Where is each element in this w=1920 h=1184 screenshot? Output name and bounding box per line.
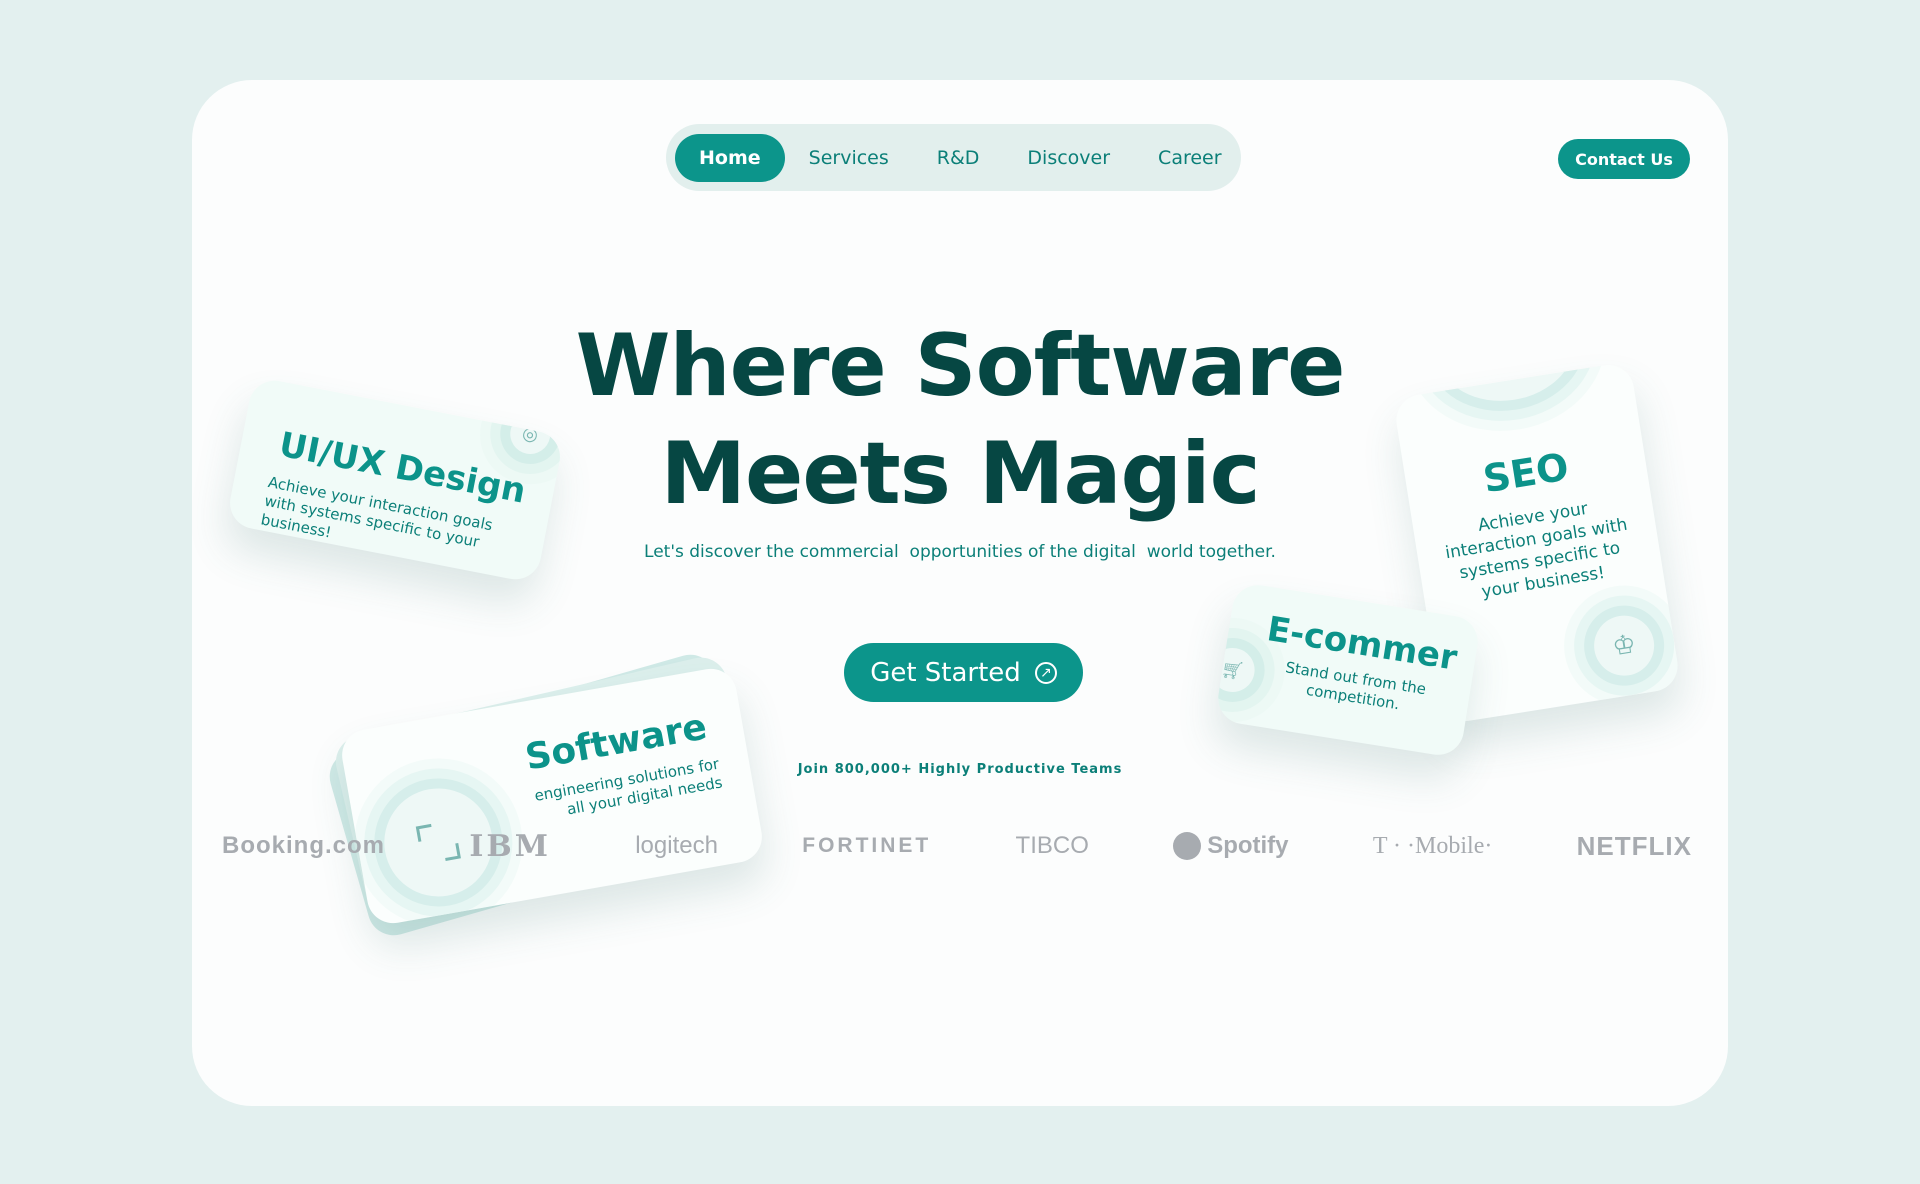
spotify-label: Spotify [1207,832,1289,859]
social-proof-text: Join 800,000+ Highly Productive Teams [797,762,1123,777]
main-nav: Home Services R&D Discover Career [666,124,1241,191]
get-started-button[interactable]: Get Started ↗ [844,643,1083,702]
crown-search-icon: ♔ [1610,628,1638,663]
contact-us-button[interactable]: Contact Us [1558,139,1690,179]
hero-title-line2: Meets Magic [660,424,1260,524]
arrow-up-right-circle-icon: ↗ [1034,661,1057,684]
nav-services[interactable]: Services [785,134,913,182]
page-frame: Home Services R&D Discover Career Contac… [192,80,1728,1106]
get-started-label: Get Started [870,657,1021,688]
logitech-logo: logitech [635,832,718,859]
software-card[interactable]: Software engineering solutions for all y… [338,664,766,928]
tmobile-logo: T · ·Mobile· [1372,832,1493,859]
spotify-logo: Spotify [1173,832,1289,860]
cart-icon: 🛒︎ [1219,657,1246,683]
hero-subtitle: Let's discover the commercial opportunit… [644,542,1276,562]
booking-logo: Booking.com [222,832,386,859]
nav-career[interactable]: Career [1134,134,1246,182]
client-logos: Booking.com IBM logitech FORTINET TIBCO … [222,818,1692,874]
netflix-logo: NETFLIX [1576,830,1692,861]
ibm-logo: IBM [469,828,551,864]
hero-title: Where Software Meets Magic [192,312,1728,528]
nav-home[interactable]: Home [675,133,785,182]
fortinet-logo: FORTINET [802,834,932,857]
nav-rnd[interactable]: R&D [913,134,1004,182]
nav-discover[interactable]: Discover [1003,134,1134,182]
tibco-logo: TIBCO [1015,832,1089,859]
hero-title-line1: Where Software [575,316,1346,416]
spotify-icon [1173,832,1202,860]
